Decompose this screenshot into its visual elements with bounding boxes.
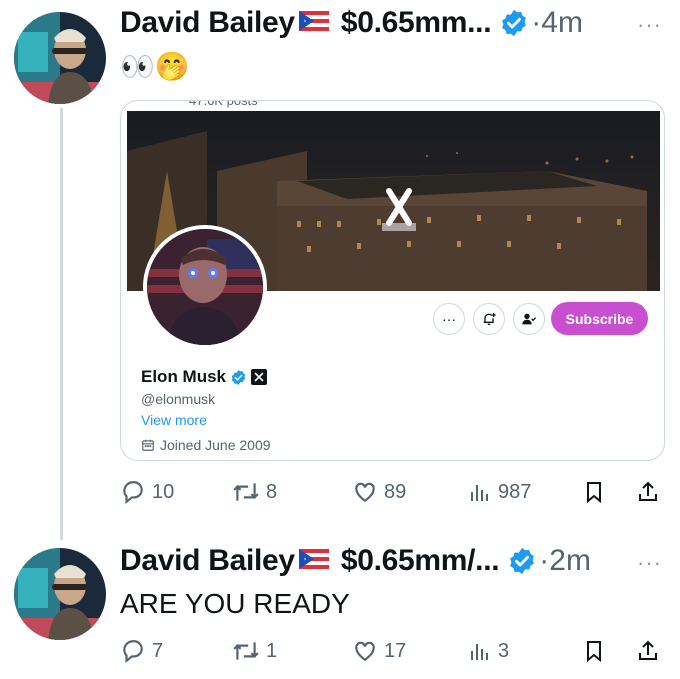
embed-profile-handle[interactable]: @elonmusk [141, 391, 215, 407]
share-icon [639, 640, 657, 660]
heart-icon [355, 482, 375, 502]
tweet-header: David Bailey $0.65mm/... · 2m [120, 544, 591, 578]
person-check-icon [522, 313, 537, 325]
repost-button[interactable]: 1 [232, 638, 277, 664]
like-count: 17 [384, 639, 407, 662]
author-handle[interactable]: $0.65mm... [341, 6, 492, 40]
views-button[interactable]: 987 [468, 479, 531, 505]
joined-date: Joined June 2009 [141, 437, 271, 453]
posts-count: 47.6K posts [189, 100, 258, 108]
embedded-profile-card[interactable]: 47.6K posts ··· Subscribe Elon Musk @elo… [120, 100, 665, 461]
embed-profile-name[interactable]: Elon Musk [141, 367, 226, 387]
view-more-link[interactable]: View more [141, 412, 207, 428]
views-chart-icon [471, 485, 488, 501]
more-options-icon[interactable]: ··· [637, 12, 662, 38]
view-count: 987 [498, 480, 532, 503]
views-chart-icon [471, 644, 488, 660]
tweet-text: ARE YOU READY [120, 588, 350, 619]
views-button[interactable]: 3 [468, 638, 509, 664]
share-button[interactable] [636, 638, 666, 664]
tweet-actions: 10 8 89 987 [120, 479, 665, 509]
share-button[interactable] [636, 479, 666, 505]
heart-icon [355, 641, 375, 661]
tweet-actions: 7 1 17 3 [120, 638, 665, 668]
like-button[interactable]: 17 [352, 638, 406, 664]
separator-dot: · [531, 6, 542, 39]
notification-bell-button[interactable] [473, 303, 505, 335]
subscribe-button[interactable]: Subscribe [551, 302, 648, 335]
repost-count: 1 [266, 639, 278, 662]
timestamp[interactable]: 2m [549, 544, 591, 578]
more-options-icon[interactable]: ··· [637, 550, 662, 576]
x-affiliate-badge-icon [251, 369, 268, 385]
like-button[interactable]: 89 [352, 479, 406, 505]
puerto-rico-flag-icon [298, 10, 329, 36]
view-count: 3 [498, 639, 510, 662]
thread-line [60, 108, 63, 540]
bell-plus-icon [483, 313, 496, 325]
repost-icon [233, 483, 259, 501]
author-handle[interactable]: $0.65mm/... [341, 544, 500, 578]
repost-button[interactable]: 8 [232, 479, 277, 505]
embed-profile-name-row: Elon Musk [141, 367, 268, 387]
profile-picture[interactable] [143, 225, 267, 349]
tweet-text: 👀🤭 [120, 51, 190, 82]
verified-badge-icon [499, 8, 529, 38]
reply-icon [123, 640, 143, 664]
bookmark-button[interactable] [582, 479, 612, 505]
repost-icon [233, 642, 259, 660]
reply-count: 7 [152, 639, 164, 662]
share-icon [639, 481, 657, 501]
bookmark-icon [587, 482, 601, 504]
like-count: 89 [384, 480, 407, 503]
separator-dot: · [539, 544, 550, 577]
verified-badge-icon [230, 369, 247, 386]
calendar-icon [142, 439, 154, 451]
verified-badge-icon [507, 546, 537, 576]
timestamp[interactable]: 4m [541, 6, 583, 40]
bookmark-icon [587, 641, 601, 663]
following-button[interactable] [513, 303, 545, 335]
more-options-button[interactable]: ··· [433, 303, 465, 335]
repost-count: 8 [266, 480, 278, 503]
reply-icon [123, 481, 143, 505]
author-name[interactable]: David Bailey [120, 544, 295, 578]
avatar[interactable] [14, 548, 106, 640]
puerto-rico-flag-icon [298, 548, 329, 574]
reply-count: 10 [152, 480, 175, 503]
avatar[interactable] [14, 12, 106, 104]
author-name[interactable]: David Bailey [120, 6, 295, 40]
reply-button[interactable]: 7 [120, 638, 163, 664]
reply-button[interactable]: 10 [120, 479, 174, 505]
tweet-header: David Bailey $0.65mm... · 4m [120, 6, 583, 40]
bookmark-button[interactable] [582, 638, 612, 664]
joined-text: Joined June 2009 [160, 437, 271, 453]
